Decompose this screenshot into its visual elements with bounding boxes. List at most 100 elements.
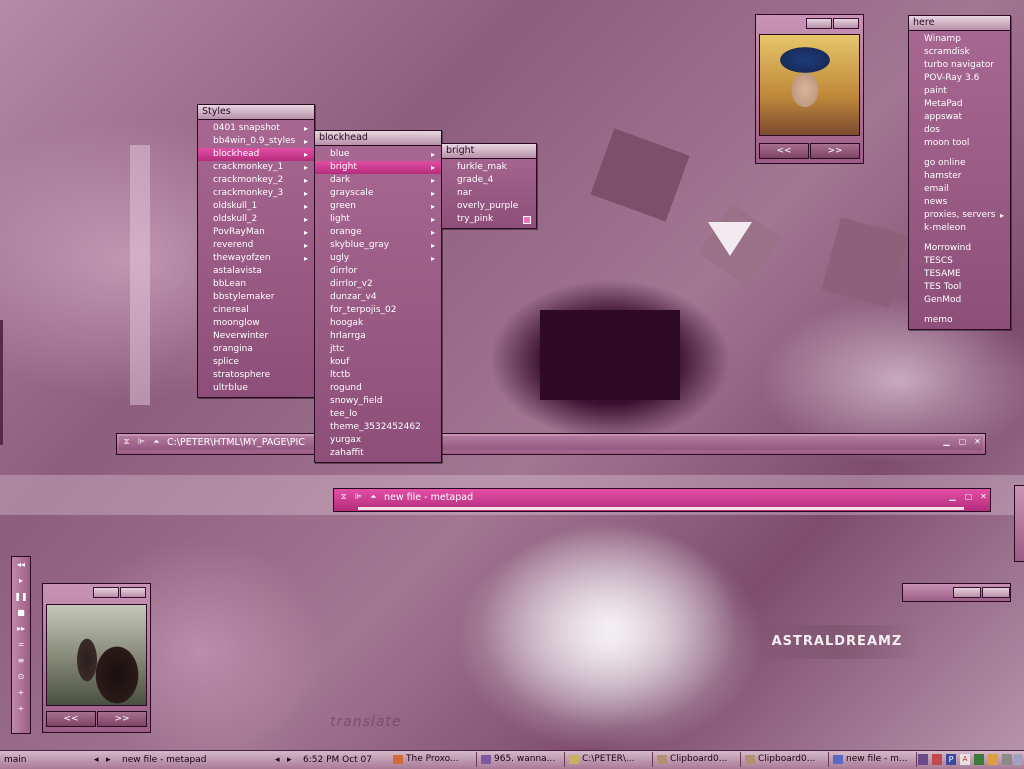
blockhead-menu-item[interactable]: skyblue_gray [315, 239, 441, 252]
styles-menu-item[interactable]: reverend [198, 239, 314, 252]
styles-menu-item[interactable]: astalavista [198, 265, 314, 278]
styles-menu-item[interactable]: crackmonkey_2 [198, 174, 314, 187]
here-menu-item[interactable]: MetaPad [909, 98, 1010, 111]
current-window-label[interactable]: new file - metapad [122, 753, 267, 767]
metapad-titlebar[interactable]: ⧖ ⊫ ⏶ new file - metapad ▁ ▢ ✕ [336, 491, 988, 505]
tray-a-icon[interactable]: A [960, 754, 970, 765]
window-next-icon[interactable]: ▸ [287, 753, 297, 767]
blockhead-menu-item[interactable]: ugly [315, 252, 441, 265]
styles-menu-item[interactable]: crackmonkey_3 [198, 187, 314, 200]
blockhead-menu-item[interactable]: jttc [315, 343, 441, 356]
widget-button[interactable] [982, 587, 1010, 598]
here-menu-item[interactable]: k-meleon [909, 222, 1010, 235]
blockhead-menu-item[interactable]: tee_lo [315, 408, 441, 421]
blockhead-menu-item[interactable]: blue [315, 148, 441, 161]
shuffle-icon[interactable]: ≍ [12, 637, 30, 653]
workspace-next-icon[interactable]: ▸ [106, 753, 116, 767]
bright-menu-item[interactable]: try_pink [442, 213, 536, 226]
blockhead-menu-item[interactable]: rogund [315, 382, 441, 395]
bright-menu-item[interactable]: furkle_mak [442, 161, 536, 174]
blockhead-menu-item[interactable]: dirrlor [315, 265, 441, 278]
close-icon[interactable]: ✕ [972, 437, 983, 447]
styles-menu-item[interactable]: PovRayMan [198, 226, 314, 239]
blockhead-menu-item[interactable]: grayscale [315, 187, 441, 200]
widget-button[interactable] [93, 587, 119, 598]
next-image-button[interactable]: >> [810, 143, 860, 159]
workspace-prev-icon[interactable]: ◂ [94, 753, 104, 767]
styles-menu-item[interactable]: bb4win_0.9_styles [198, 135, 314, 148]
styles-menu-item[interactable]: bbstylemaker [198, 291, 314, 304]
styles-menu-item[interactable]: orangina [198, 343, 314, 356]
styles-menu-item[interactable]: cinereal [198, 304, 314, 317]
prev-image-button[interactable]: << [46, 711, 96, 727]
tray-network-icon[interactable] [918, 754, 928, 765]
here-menu-item[interactable]: scramdisk [909, 46, 1010, 59]
here-menu-item[interactable]: hamster [909, 170, 1010, 183]
volume-down-icon[interactable]: + [12, 701, 30, 717]
bright-menu-item[interactable]: grade_4 [442, 174, 536, 187]
blockhead-menu-item[interactable]: theme_3532452462 [315, 421, 441, 434]
blockhead-menu-item[interactable]: bright [315, 161, 441, 174]
maximize-icon[interactable]: ▢ [957, 437, 968, 447]
minimize-icon[interactable]: ▁ [947, 492, 958, 502]
rewind-icon[interactable]: ◂◂ [12, 557, 30, 573]
blockhead-menu-item[interactable]: ltctb [315, 369, 441, 382]
tray-misc-icon[interactable] [1014, 754, 1022, 765]
taskbar-task-button[interactable]: Clipboard0... [742, 752, 829, 767]
explorer-window[interactable]: ⧖ ⊫ ⏶ C:\PETER\HTML\MY_PAGE\PIC ▁ ▢ ✕ [116, 433, 986, 455]
widget-button[interactable] [833, 18, 859, 29]
styles-menu-item[interactable]: stratosphere [198, 369, 314, 382]
taskbar-task-button[interactable]: C:\PETER\... [566, 752, 653, 767]
styles-menu-item[interactable]: oldskull_1 [198, 200, 314, 213]
shade-icon[interactable]: ⏶ [368, 492, 379, 502]
here-menu-item[interactable]: GenMod [909, 294, 1010, 307]
explorer-titlebar[interactable]: ⧖ ⊫ ⏶ C:\PETER\HTML\MY_PAGE\PIC ▁ ▢ ✕ [119, 436, 983, 450]
window-prev-icon[interactable]: ◂ [275, 753, 285, 767]
forward-icon[interactable]: ▸▸ [12, 621, 30, 637]
here-menu-item[interactable]: TESCS [909, 255, 1010, 268]
taskbar-task-button[interactable]: The Proxo... [390, 752, 477, 767]
here-menu-item[interactable]: Morrowind [909, 242, 1010, 255]
workspace-label[interactable]: main [4, 753, 92, 767]
here-menu-item[interactable]: memo [909, 314, 1010, 327]
blockhead-menu-item[interactable]: snowy_field [315, 395, 441, 408]
playlist-icon[interactable]: ≡ [12, 653, 30, 669]
pin-icon[interactable]: ⊫ [353, 492, 364, 502]
blockhead-menu-item[interactable]: zahaffit [315, 447, 441, 460]
taskbar-task-button[interactable]: Clipboard0... [654, 752, 741, 767]
blockhead-menu-item[interactable]: orange [315, 226, 441, 239]
here-menu-item[interactable]: TESAME [909, 268, 1010, 281]
metapad-window[interactable]: ⧖ ⊫ ⏶ new file - metapad ▁ ▢ ✕ [333, 488, 991, 512]
here-menu-item[interactable]: POV-Ray 3.6 [909, 72, 1010, 85]
blockhead-menu-item[interactable]: dirrlor_v2 [315, 278, 441, 291]
styles-menu-item[interactable]: 0401 snapshot [198, 122, 314, 135]
bright-menu-item[interactable]: overly_purple [442, 200, 536, 213]
maximize-icon[interactable]: ▢ [963, 492, 974, 502]
sticky-icon[interactable]: ⧖ [121, 437, 132, 447]
taskbar-task-button[interactable]: 965. wanna... [478, 752, 565, 767]
prev-image-button[interactable]: << [759, 143, 809, 159]
blockhead-menu-item[interactable]: hrlarrga [315, 330, 441, 343]
bright-menu-item[interactable]: nar [442, 187, 536, 200]
blockhead-menu-item[interactable]: dark [315, 174, 441, 187]
here-menu-item[interactable]: appswat [909, 111, 1010, 124]
eject-icon[interactable]: ⊙ [12, 669, 30, 685]
blockhead-menu-item[interactable]: green [315, 200, 441, 213]
styles-menu-item[interactable]: blockhead [198, 148, 314, 161]
blockhead-menu-item[interactable]: dunzar_v4 [315, 291, 441, 304]
widget-button[interactable] [806, 18, 832, 29]
sticky-icon[interactable]: ⧖ [338, 492, 349, 502]
blockhead-menu-item[interactable]: yurgax [315, 434, 441, 447]
styles-menu-item[interactable]: bbLean [198, 278, 314, 291]
styles-menu-item[interactable]: thewayofzen [198, 252, 314, 265]
tray-misc-icon[interactable] [1002, 754, 1012, 765]
tray-p-icon[interactable]: P [946, 754, 956, 765]
styles-menu-item[interactable]: oldskull_2 [198, 213, 314, 226]
here-menu-item[interactable]: email [909, 183, 1010, 196]
next-image-button[interactable]: >> [97, 711, 147, 727]
styles-menu-item[interactable]: crackmonkey_1 [198, 161, 314, 174]
taskbar-task-button[interactable]: new file - m... [830, 752, 917, 767]
styles-menu-item[interactable]: Neverwinter [198, 330, 314, 343]
blockhead-menu-item[interactable]: kouf [315, 356, 441, 369]
blockhead-menu-item[interactable]: light [315, 213, 441, 226]
